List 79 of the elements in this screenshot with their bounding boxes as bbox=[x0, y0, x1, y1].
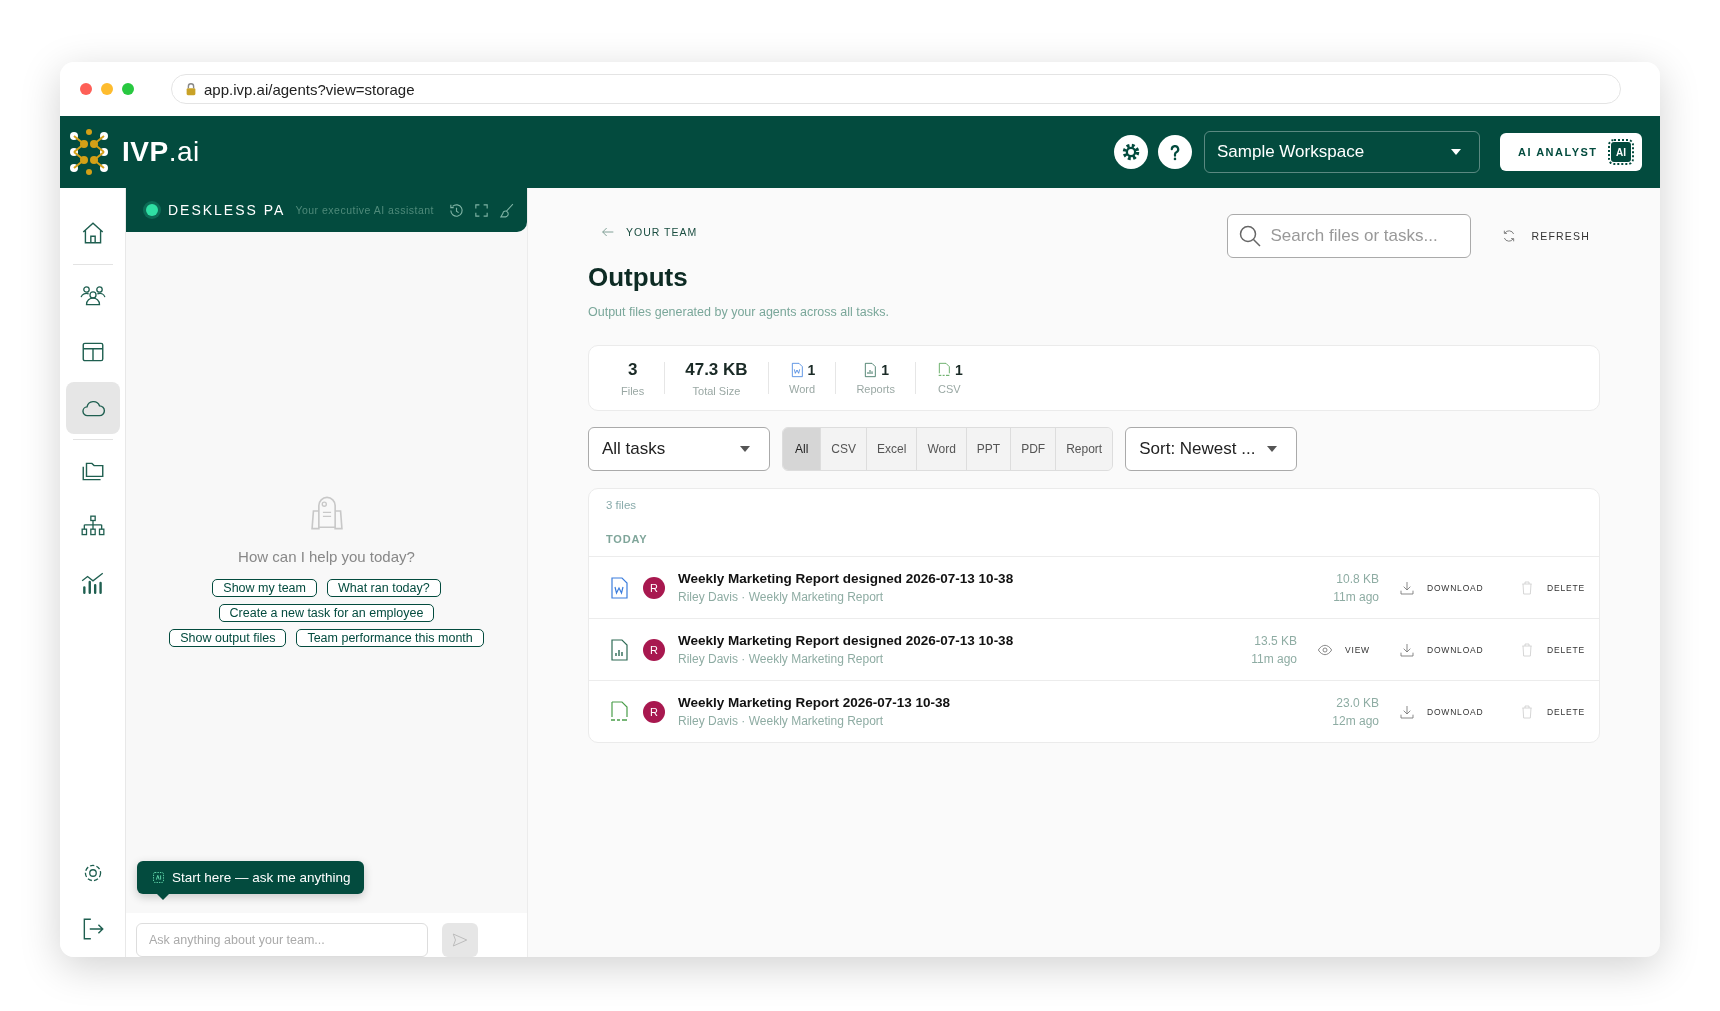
delete-button[interactable]: DELETE bbox=[1513, 572, 1589, 603]
avatar: R bbox=[643, 576, 665, 599]
assistant-name: DESKLESS PA bbox=[167, 202, 286, 218]
download-icon bbox=[1399, 703, 1415, 720]
file-title[interactable]: Weekly Marketing Report designed 2026-07-13 10-38 bbox=[678, 633, 1252, 648]
delete-icon bbox=[1519, 579, 1535, 596]
search-field[interactable]: Search files or tasks... bbox=[1227, 214, 1472, 258]
chat-input[interactable]: Ask anything about your team... bbox=[136, 923, 428, 957]
cloud-nav-item[interactable] bbox=[65, 382, 120, 434]
chip-icon bbox=[150, 869, 167, 886]
history-icon[interactable] bbox=[448, 201, 465, 219]
file-size: 13.5 KB bbox=[1254, 633, 1297, 648]
send-icon bbox=[451, 931, 469, 949]
tooltip-text: Start here — ask me anything bbox=[172, 870, 351, 885]
suggestion-chip[interactable]: Show output files bbox=[169, 629, 287, 647]
avatar: R bbox=[643, 638, 665, 661]
delete-icon bbox=[1519, 641, 1535, 658]
delete-icon bbox=[1519, 703, 1535, 720]
stat-value: 47.3 KB bbox=[685, 359, 748, 380]
stat-value: 1 bbox=[807, 361, 816, 378]
chart-icon bbox=[79, 570, 106, 596]
help-button[interactable] bbox=[1158, 135, 1192, 169]
delete-button[interactable]: DELETE bbox=[1513, 696, 1589, 727]
view-button[interactable]: VIEW bbox=[1311, 634, 1393, 665]
close-window-dot[interactable] bbox=[80, 83, 92, 95]
task-filter-dropdown[interactable]: All tasks bbox=[588, 427, 770, 471]
assistant-prompt: How can I help you today? bbox=[238, 548, 415, 565]
brush-icon[interactable] bbox=[498, 201, 515, 219]
maximize-window-dot[interactable] bbox=[122, 83, 134, 95]
page-subtitle: Output files generated by your agents across all tasks. bbox=[588, 305, 890, 319]
file-meta: Riley Davis · Weekly Marketing Report bbox=[678, 590, 885, 604]
stat-value: 1 bbox=[954, 361, 963, 378]
ai-chip-badge: AI bbox=[1611, 142, 1631, 162]
file-meta: Riley Davis · Weekly Marketing Report bbox=[678, 652, 885, 666]
minimize-window-dot[interactable] bbox=[101, 83, 113, 95]
file-size: 10.8 KB bbox=[1336, 571, 1379, 586]
stat-value: 3 bbox=[627, 359, 638, 380]
download-button[interactable]: DOWNLOAD bbox=[1393, 572, 1501, 603]
expand-icon[interactable] bbox=[473, 201, 490, 219]
file-title[interactable]: Weekly Marketing Report designed 2026-07-13 10-38 bbox=[678, 571, 1334, 586]
assistant-tagline: Your executive AI assistant bbox=[295, 204, 434, 216]
settings-icon bbox=[1120, 141, 1142, 163]
file-count: 3 files bbox=[605, 498, 638, 511]
file-size: 23.0 KB bbox=[1336, 695, 1379, 710]
back-link[interactable]: YOUR TEAM bbox=[588, 224, 698, 240]
stat-value: 1 bbox=[881, 361, 890, 378]
group-heading: TODAY bbox=[589, 511, 1599, 557]
file-age: 12m ago bbox=[1332, 713, 1379, 728]
refresh-button[interactable]: REFRESH bbox=[1491, 228, 1600, 244]
file-title[interactable]: Weekly Marketing Report 2026-07-13 10-38 bbox=[678, 695, 1333, 710]
brand-name: IVP.ai bbox=[122, 136, 200, 168]
suggestion-chip[interactable]: What ran today? bbox=[326, 579, 441, 597]
stat-label: Reports bbox=[856, 382, 895, 395]
download-icon bbox=[1399, 579, 1415, 596]
download-button[interactable]: DOWNLOAD bbox=[1393, 634, 1501, 665]
page-title: Outputs bbox=[588, 262, 689, 293]
workspace-dropdown[interactable]: Sample Workspace bbox=[1204, 131, 1480, 173]
stat-label: Files bbox=[621, 384, 645, 397]
search-icon bbox=[1238, 224, 1263, 248]
sort-dropdown[interactable]: Sort: Newest ... bbox=[1125, 427, 1298, 471]
file-age: 11m ago bbox=[1333, 589, 1379, 604]
suggestion-chip[interactable]: Create a new task for an employee bbox=[218, 604, 435, 622]
suggestion-chip[interactable]: Team performance this month bbox=[296, 629, 484, 647]
logo-icon bbox=[68, 128, 110, 176]
stat-label: Total Size bbox=[692, 384, 741, 397]
report-file-icon bbox=[862, 361, 879, 378]
lock-icon bbox=[184, 82, 198, 96]
suggestion-chip[interactable]: Show my team bbox=[212, 579, 317, 597]
file-meta: Riley Davis · Weekly Marketing Report bbox=[678, 714, 885, 728]
type-filter-tab[interactable]: All bbox=[783, 428, 822, 470]
delete-button[interactable]: DELETE bbox=[1513, 634, 1589, 665]
ai-analyst-button[interactable]: AI ANALYST AI bbox=[1500, 133, 1642, 171]
avatar: R bbox=[643, 700, 665, 723]
settings-button[interactable] bbox=[1114, 135, 1148, 169]
stat-label: Word bbox=[788, 382, 816, 395]
download-button[interactable]: DOWNLOAD bbox=[1393, 696, 1501, 727]
stat-label: CSV bbox=[938, 382, 961, 395]
download-icon bbox=[1399, 641, 1415, 658]
file-age: 11m ago bbox=[1251, 651, 1297, 666]
